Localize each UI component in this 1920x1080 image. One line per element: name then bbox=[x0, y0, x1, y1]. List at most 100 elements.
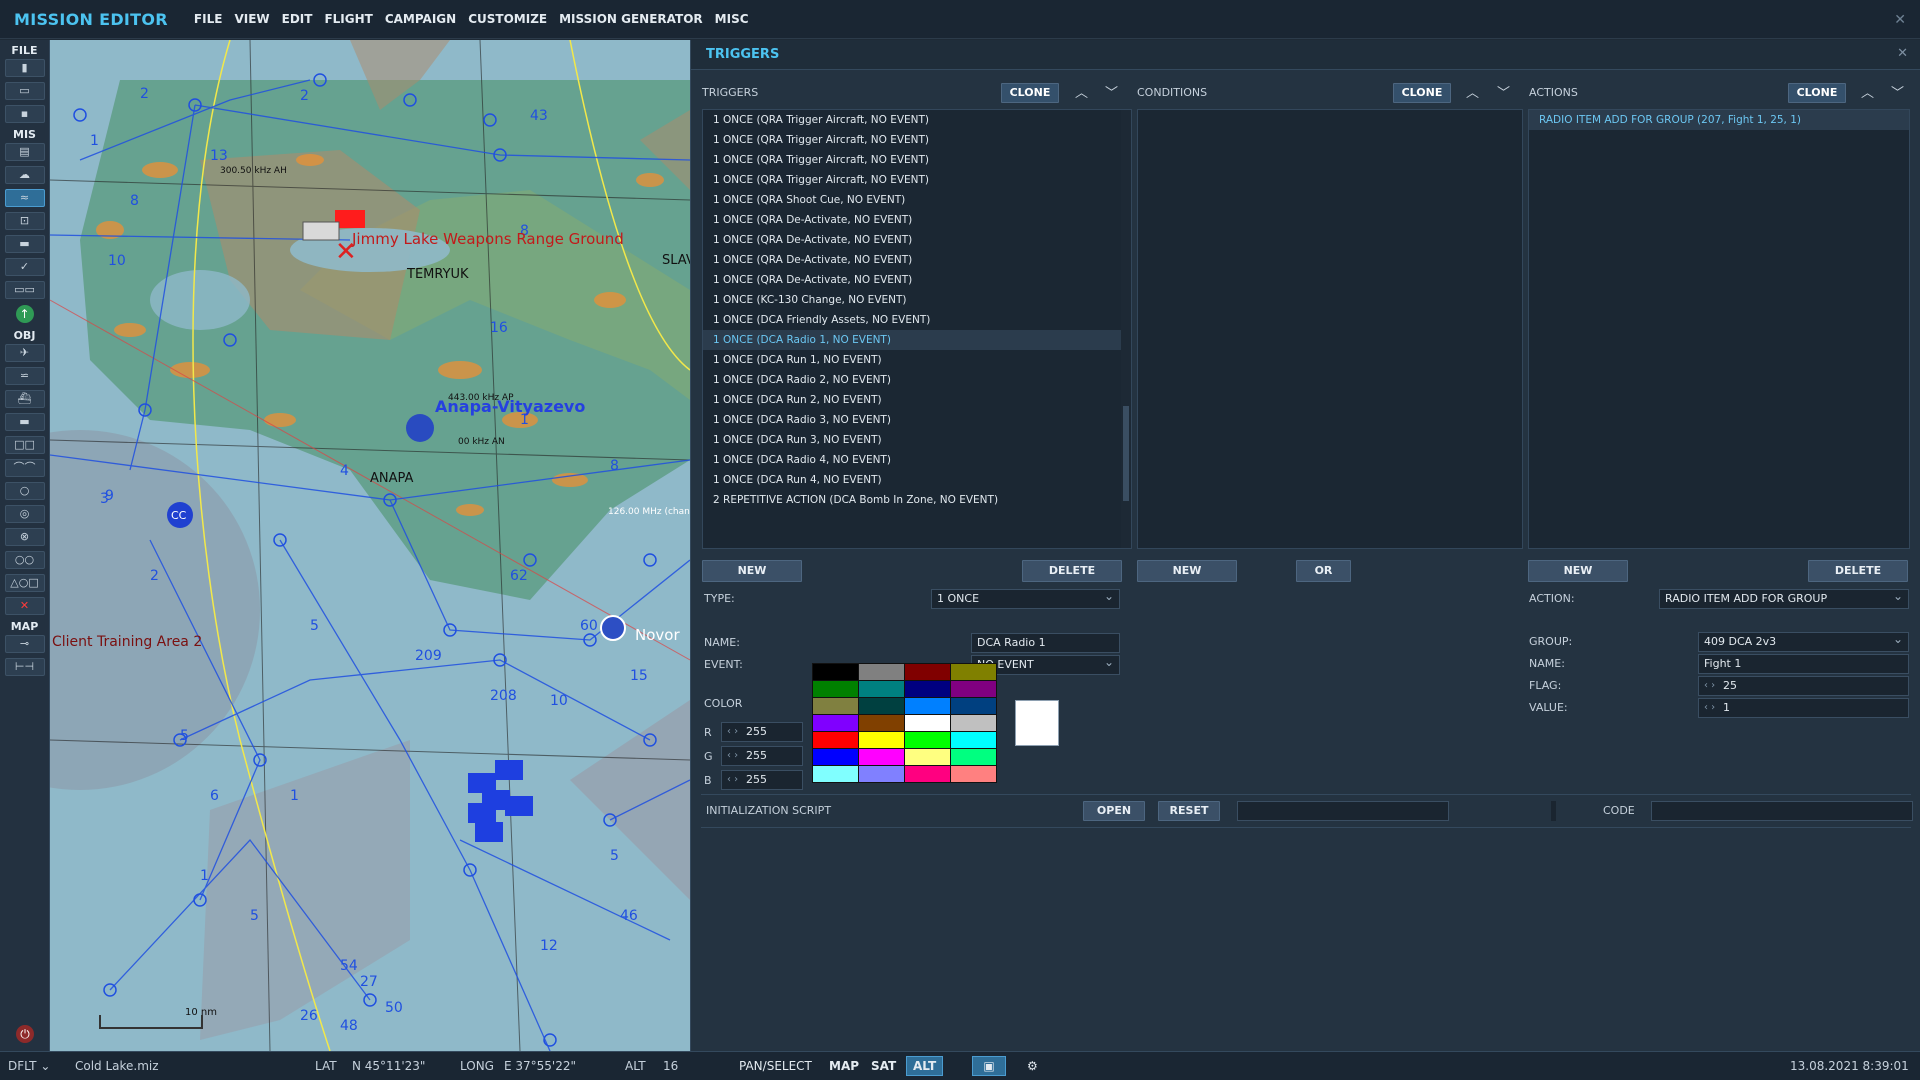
trigger-row[interactable]: 1 ONCE (KC-130 Change, NO EVENT) bbox=[703, 290, 1131, 310]
actions-clone-button[interactable]: CLONE bbox=[1788, 83, 1846, 103]
waypoint-icon[interactable]: ○ bbox=[4, 482, 45, 500]
new-file-icon[interactable]: ▮ bbox=[4, 59, 45, 77]
trigger-zone-icon[interactable]: ⊡ bbox=[4, 212, 45, 230]
check-icon[interactable]: ✓ bbox=[4, 258, 45, 276]
open-file-icon[interactable]: ▭ bbox=[4, 82, 45, 100]
airfield-marker[interactable] bbox=[406, 414, 434, 442]
trigger-row[interactable]: 2 REPETITIVE ACTION (DCA Bomb In Zone, N… bbox=[703, 490, 1131, 510]
trigger-row[interactable]: 1 ONCE (QRA De-Activate, NO EVENT) bbox=[703, 230, 1131, 250]
trigger-row[interactable]: 1 ONCE (QRA Trigger Aircraft, NO EVENT) bbox=[703, 110, 1131, 130]
init-script-field[interactable] bbox=[1237, 801, 1449, 821]
save-file-icon[interactable]: ▪ bbox=[4, 105, 45, 123]
actions-list[interactable]: RADIO ITEM ADD FOR GROUP (207, Fight 1, … bbox=[1528, 109, 1910, 549]
color-swatch[interactable] bbox=[905, 664, 950, 680]
menu-mission-generator[interactable]: MISSION GENERATOR bbox=[559, 12, 703, 26]
map-mode-button[interactable]: MAP bbox=[822, 1056, 866, 1076]
color-swatch[interactable] bbox=[951, 766, 996, 782]
open-button[interactable]: OPEN bbox=[1083, 801, 1145, 821]
actions-move-down-icon[interactable]: ﹀ bbox=[1891, 82, 1904, 101]
ruler-icon[interactable]: ⊢⊣ bbox=[4, 658, 45, 676]
menu-misc[interactable]: MISC bbox=[715, 12, 749, 26]
trigger-row[interactable]: 1 ONCE (QRA Shoot Cue, NO EVENT) bbox=[703, 190, 1131, 210]
color-swatch[interactable] bbox=[859, 732, 904, 748]
trigger-row[interactable]: 1 ONCE (DCA Run 1, NO EVENT) bbox=[703, 350, 1131, 370]
color-swatch[interactable] bbox=[813, 766, 858, 782]
conditions-move-up-icon[interactable]: ︿ bbox=[1466, 82, 1479, 101]
profile-dropdown[interactable]: DFLT ⌄ bbox=[8, 1059, 50, 1073]
target-icon[interactable]: ⊗ bbox=[4, 528, 45, 546]
zone-icon[interactable]: ◎ bbox=[4, 505, 45, 523]
mission-goals-icon[interactable]: ▤ bbox=[4, 143, 45, 161]
color-swatch[interactable] bbox=[905, 715, 950, 731]
color-swatch[interactable] bbox=[951, 715, 996, 731]
color-swatch[interactable] bbox=[859, 681, 904, 697]
vehicle-icon[interactable]: ▬ bbox=[4, 413, 45, 431]
trigger-row[interactable]: 1 ONCE (QRA De-Activate, NO EVENT) bbox=[703, 270, 1131, 290]
type-dropdown[interactable]: 1 ONCE bbox=[931, 587, 1120, 609]
plane-icon[interactable]: ✈ bbox=[4, 344, 45, 362]
color-swatch[interactable] bbox=[951, 732, 996, 748]
triggers-move-up-icon[interactable]: ︿ bbox=[1075, 82, 1088, 101]
resource-manager-icon[interactable]: ▭▭ bbox=[4, 281, 45, 299]
color-swatch[interactable] bbox=[859, 749, 904, 765]
alt-mode-button[interactable]: ALT bbox=[906, 1056, 944, 1076]
triggers-move-down-icon[interactable]: ﹀ bbox=[1105, 82, 1118, 101]
formation-icon[interactable]: ○○ bbox=[4, 551, 45, 569]
r-stepper[interactable]: ‹ › 255 bbox=[721, 722, 803, 742]
power-icon[interactable]: ⏻ bbox=[16, 1025, 34, 1043]
conditions-or-button[interactable]: OR bbox=[1296, 560, 1351, 582]
group-dropdown[interactable]: 409 DCA 2v3 bbox=[1698, 630, 1909, 652]
triggers-icon[interactable]: ≈ bbox=[4, 189, 45, 207]
trigger-row[interactable]: 1 ONCE (DCA Friendly Assets, NO EVENT) bbox=[703, 310, 1131, 330]
trigger-row[interactable]: 1 ONCE (QRA Trigger Aircraft, NO EVENT) bbox=[703, 130, 1131, 150]
window-close-icon[interactable]: ✕ bbox=[1894, 12, 1906, 28]
map-view[interactable]: 218 13 10 2 43 8 16 184 392 5 209 62 60 15 208 1… bbox=[50, 40, 690, 1051]
color-swatch[interactable] bbox=[905, 732, 950, 748]
map-canvas[interactable]: 218 13102 43816 184 392 520962 6015208 1… bbox=[50, 40, 690, 1051]
trigger-row[interactable]: 1 ONCE (QRA De-Activate, NO EVENT) bbox=[703, 210, 1131, 230]
helicopter-icon[interactable]: ⋍ bbox=[4, 367, 45, 385]
color-swatch[interactable] bbox=[813, 732, 858, 748]
draw-shapes-icon[interactable]: △○□ bbox=[4, 574, 45, 592]
arrow-up-icon[interactable]: ↑ bbox=[15, 305, 34, 323]
menu-view[interactable]: VIEW bbox=[234, 12, 269, 26]
triggers-clone-button[interactable]: CLONE bbox=[1001, 83, 1059, 103]
panel-close-icon[interactable]: ✕ bbox=[1897, 46, 1908, 61]
trigger-row[interactable]: 1 ONCE (DCA Run 3, NO EVENT) bbox=[703, 430, 1131, 450]
trigger-row[interactable]: 1 ONCE (DCA Radio 3, NO EVENT) bbox=[703, 410, 1131, 430]
reset-button[interactable]: RESET bbox=[1158, 801, 1220, 821]
conditions-new-button[interactable]: NEW bbox=[1137, 560, 1237, 582]
map-layer-icon[interactable]: ▣ bbox=[972, 1056, 1006, 1076]
color-swatch[interactable] bbox=[905, 749, 950, 765]
menu-customize[interactable]: CUSTOMIZE bbox=[468, 12, 547, 26]
color-swatch[interactable] bbox=[813, 664, 858, 680]
actions-move-up-icon[interactable]: ︿ bbox=[1861, 82, 1874, 101]
static-object-icon[interactable]: □□ bbox=[4, 436, 45, 454]
value-stepper[interactable]: ‹ › 1 bbox=[1698, 698, 1909, 718]
color-swatch[interactable] bbox=[859, 766, 904, 782]
trigger-row[interactable]: 1 ONCE (DCA Run 4, NO EVENT) bbox=[703, 470, 1131, 490]
color-swatch[interactable] bbox=[905, 698, 950, 714]
static-object-marker[interactable] bbox=[302, 221, 340, 241]
delete-icon[interactable]: ✕ bbox=[4, 597, 45, 615]
menu-flight[interactable]: FLIGHT bbox=[324, 12, 372, 26]
trigger-row[interactable]: 1 ONCE (QRA Trigger Aircraft, NO EVENT) bbox=[703, 170, 1131, 190]
ship-marker[interactable] bbox=[600, 615, 626, 641]
flag-stepper[interactable]: ‹ › 25 bbox=[1698, 676, 1909, 696]
color-swatch[interactable] bbox=[951, 664, 996, 680]
menu-edit[interactable]: EDIT bbox=[282, 12, 313, 26]
triggers-new-button[interactable]: NEW bbox=[702, 560, 802, 582]
ship-icon[interactable]: ⛴ bbox=[4, 390, 45, 408]
actions-new-button[interactable]: NEW bbox=[1528, 560, 1628, 582]
trigger-row[interactable]: 1 ONCE (QRA Trigger Aircraft, NO EVENT) bbox=[703, 150, 1131, 170]
triggers-scrollbar[interactable] bbox=[1121, 110, 1131, 548]
color-swatch[interactable] bbox=[951, 681, 996, 697]
color-palette[interactable] bbox=[812, 663, 997, 783]
trigger-row[interactable]: 1 ONCE (DCA Radio 1, NO EVENT) bbox=[703, 330, 1131, 350]
g-stepper[interactable]: ‹ › 255 bbox=[721, 746, 803, 766]
trigger-row[interactable]: 1 ONCE (DCA Run 2, NO EVENT) bbox=[703, 390, 1131, 410]
briefing-icon[interactable]: ▬ bbox=[4, 235, 45, 253]
action-name-field[interactable]: Fight 1 bbox=[1698, 654, 1909, 674]
pan-select-button[interactable]: PAN/SELECT bbox=[732, 1056, 819, 1076]
color-swatch[interactable] bbox=[905, 681, 950, 697]
